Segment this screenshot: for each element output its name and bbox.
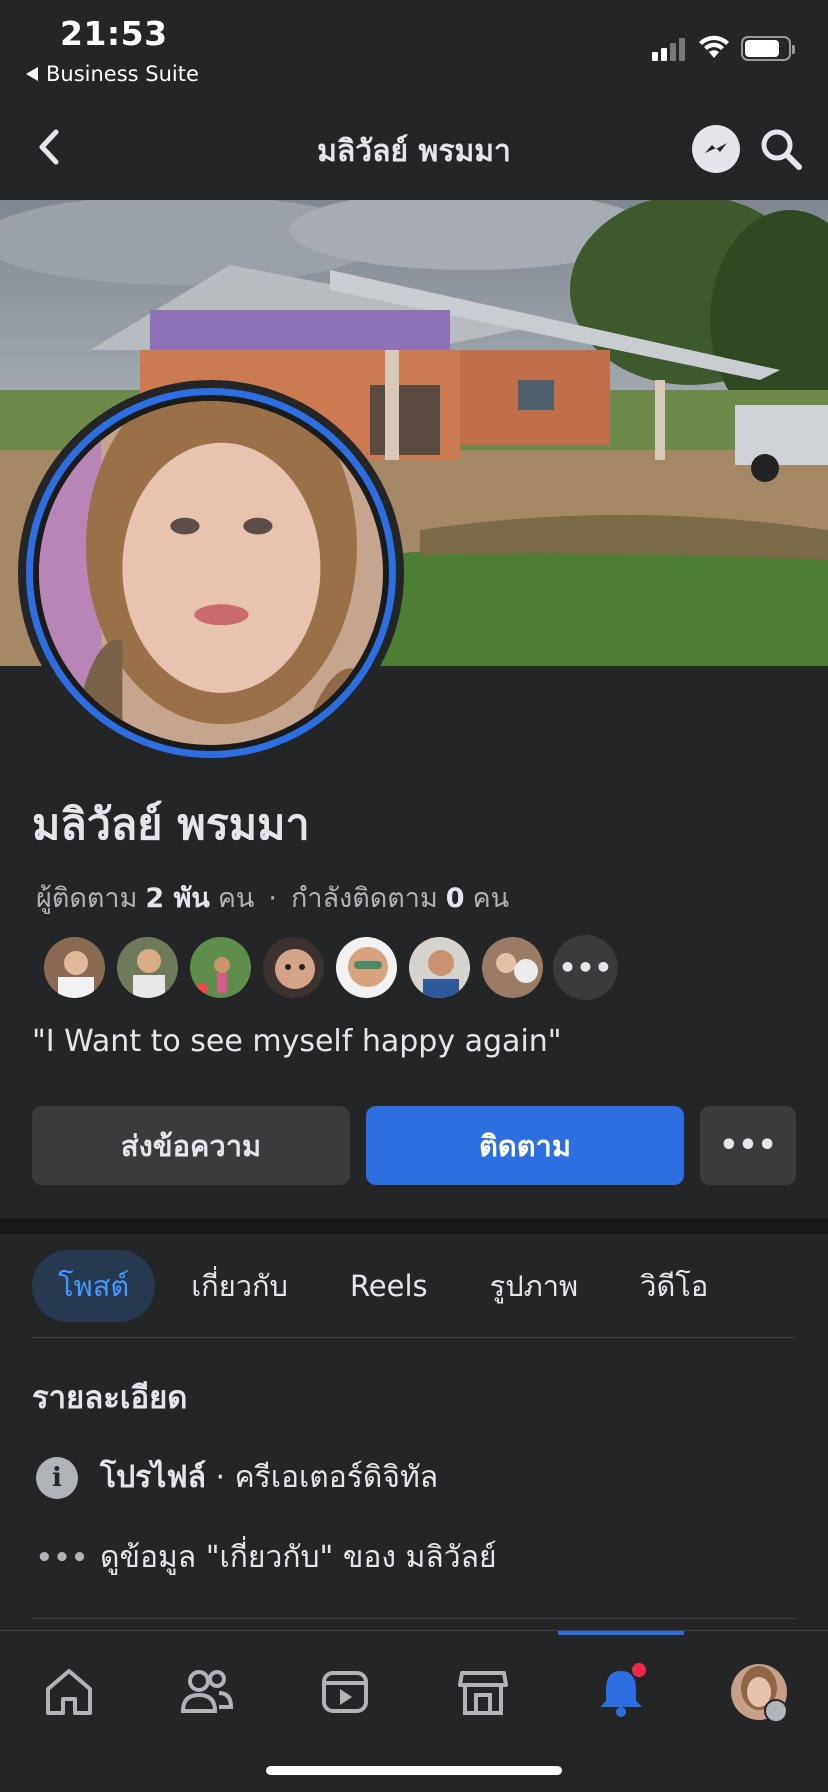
follow-button[interactable]: ติดตาม xyxy=(366,1106,684,1185)
battery-icon xyxy=(741,36,795,61)
follower-avatar[interactable] xyxy=(334,935,399,1000)
following-label: กำลังติดตาม xyxy=(290,883,438,914)
profile-bio: "I Want to see myself happy again" xyxy=(32,1024,562,1059)
followers-unit: คน xyxy=(217,883,255,914)
detail-profile-type: i โปรไฟล์ · ครีเอเตอร์ดิจิทัล xyxy=(36,1454,438,1501)
search-icon[interactable] xyxy=(756,124,806,174)
tab-reels[interactable]: Reels xyxy=(324,1250,454,1322)
home-indicator[interactable] xyxy=(266,1766,562,1775)
status-time: 21:53 xyxy=(60,14,168,53)
send-message-button[interactable]: ส่งข้อความ xyxy=(32,1106,350,1185)
info-icon: i xyxy=(36,1456,78,1499)
notifications-icon[interactable] xyxy=(586,1657,656,1727)
status-bar: 21:53 Business Suite xyxy=(0,0,828,100)
marketplace-icon[interactable] xyxy=(448,1657,518,1727)
content-divider xyxy=(32,1618,796,1619)
more-dots-icon: ••• xyxy=(36,1542,89,1573)
wifi-icon xyxy=(699,35,729,58)
follower-avatar[interactable] xyxy=(480,935,545,1000)
follower-avatar[interactable] xyxy=(407,935,472,1000)
detail-profile-category: · ครีเอเตอร์ดิจิทัล xyxy=(215,1460,439,1495)
tabs-divider xyxy=(32,1337,796,1338)
back-triangle-icon xyxy=(26,67,38,81)
notification-badge xyxy=(630,1661,648,1679)
top-nav: มลิวัลย์ พรมมา xyxy=(0,100,828,200)
tab-posts[interactable]: โพสต์ xyxy=(32,1250,156,1322)
follow-stats[interactable]: ผู้ติดตาม 2 พัน คน · กำลังติดตาม 0 คน xyxy=(36,876,509,919)
more-options-button[interactable]: ••• xyxy=(700,1106,796,1185)
see-about-label: ดูข้อมูล "เกี่ยวกับ" ของ มลิวัลย์ xyxy=(100,1540,497,1575)
follower-avatar[interactable] xyxy=(115,935,180,1000)
profile-avatar[interactable] xyxy=(18,380,404,766)
details-title: รายละเอียด xyxy=(32,1380,188,1416)
profile-tabs: โพสต์ เกี่ยวกับ Reels รูปภาพ วิดีโอ xyxy=(32,1250,744,1322)
menu-profile-avatar[interactable] xyxy=(724,1657,794,1727)
friends-icon[interactable] xyxy=(172,1657,242,1727)
stat-separator: · xyxy=(268,883,277,914)
mutual-followers-row[interactable]: ••• xyxy=(42,935,618,1000)
following-unit: คน xyxy=(472,883,510,914)
tab-videos[interactable]: วิดีโอ xyxy=(614,1250,734,1322)
video-icon[interactable] xyxy=(310,1657,380,1727)
follower-avatar[interactable] xyxy=(188,935,253,1000)
messenger-icon[interactable] xyxy=(692,125,740,173)
back-to-app-link[interactable]: Business Suite xyxy=(26,62,199,86)
following-count: 0 xyxy=(445,883,465,914)
follower-avatar[interactable] xyxy=(42,935,107,1000)
cellular-signal-icon xyxy=(652,38,685,61)
followers-label: ผู้ติดตาม xyxy=(36,883,138,914)
active-tab-indicator xyxy=(558,1631,684,1635)
more-followers-button[interactable]: ••• xyxy=(553,935,618,1000)
profile-photo xyxy=(39,401,383,745)
menu-badge-icon xyxy=(764,1699,788,1723)
followers-count: 2 พัน xyxy=(145,883,210,914)
see-about-info-link[interactable]: ••• ดูข้อมูล "เกี่ยวกับ" ของ มลิวัลย์ xyxy=(36,1534,497,1581)
tab-photos[interactable]: รูปภาพ xyxy=(464,1250,605,1322)
section-separator xyxy=(0,1218,828,1234)
profile-name: มลิวัลย์ พรมมา xyxy=(32,800,310,850)
back-app-label: Business Suite xyxy=(46,62,199,86)
tab-about[interactable]: เกี่ยวกับ xyxy=(165,1250,314,1322)
follower-avatar[interactable] xyxy=(261,935,326,1000)
home-icon[interactable] xyxy=(34,1657,104,1727)
detail-profile-label: โปรไฟล์ xyxy=(100,1460,206,1495)
